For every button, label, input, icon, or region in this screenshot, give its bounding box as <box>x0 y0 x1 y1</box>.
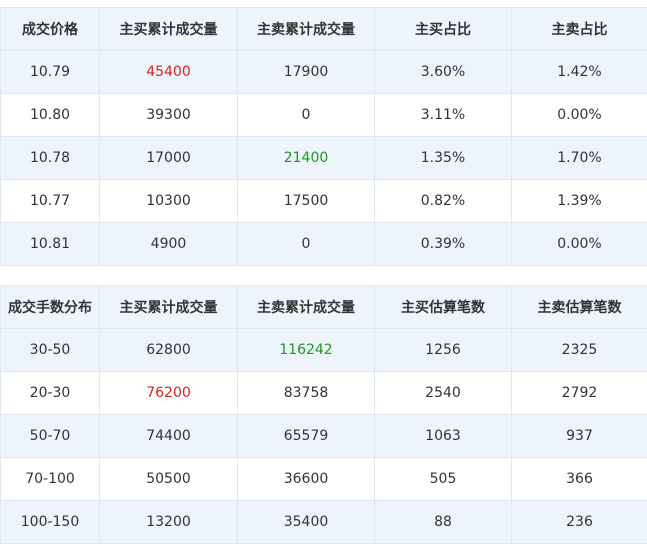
table-cell: 0.00% <box>512 94 647 137</box>
price-table-row: 10.803930003.11%0.00% <box>1 94 647 137</box>
table-cell: 1256 <box>375 329 512 372</box>
table-cell: 0.82% <box>375 180 512 223</box>
column-header: 成交价格 <box>1 8 100 51</box>
table-cell: 10.81 <box>1 223 100 266</box>
lot-size-distribution-table: 成交手数分布主买累计成交量主卖累计成交量主买估算笔数主卖估算笔数30-50628… <box>0 285 647 544</box>
table-cell: 2792 <box>512 372 647 415</box>
table-cell: 1063 <box>375 415 512 458</box>
column-header: 主卖累计成交量 <box>238 286 375 329</box>
table-cell: 13200 <box>100 501 238 544</box>
table-cell: 1.35% <box>375 137 512 180</box>
column-header: 主买估算笔数 <box>375 286 512 329</box>
table-cell: 74400 <box>100 415 238 458</box>
column-header: 主卖估算笔数 <box>512 286 647 329</box>
table-cell: 0 <box>238 223 375 266</box>
table-cell: 1.70% <box>512 137 647 180</box>
table-cell: 937 <box>512 415 647 458</box>
table-cell: 3.60% <box>375 51 512 94</box>
lot-table-row: 70-1005050036600505366 <box>1 458 647 501</box>
table-cell: 1.39% <box>512 180 647 223</box>
column-header: 成交手数分布 <box>1 286 100 329</box>
table-cell: 50500 <box>100 458 238 501</box>
table-cell: 366 <box>512 458 647 501</box>
price-table-row: 10.7945400179003.60%1.42% <box>1 51 647 94</box>
lot-table-row: 30-506280011624212562325 <box>1 329 647 372</box>
table-cell: 0.00% <box>512 223 647 266</box>
table-cell: 21400 <box>238 137 375 180</box>
table-cell: 0.39% <box>375 223 512 266</box>
table-cell: 17900 <box>238 51 375 94</box>
table-cell: 10300 <box>100 180 238 223</box>
table-cell: 35400 <box>238 501 375 544</box>
table-cell: 45400 <box>100 51 238 94</box>
price-table-row: 10.7817000214001.35%1.70% <box>1 137 647 180</box>
table-cell: 10.80 <box>1 94 100 137</box>
table-cell: 36600 <box>238 458 375 501</box>
table-cell: 50-70 <box>1 415 100 458</box>
table-cell: 76200 <box>100 372 238 415</box>
table-cell: 17500 <box>238 180 375 223</box>
column-header: 主买占比 <box>375 8 512 51</box>
table-cell: 505 <box>375 458 512 501</box>
table-cell: 10.78 <box>1 137 100 180</box>
lot-table-row: 50-7074400655791063937 <box>1 415 647 458</box>
table-cell: 39300 <box>100 94 238 137</box>
table-cell: 88 <box>375 501 512 544</box>
table-cell: 2540 <box>375 372 512 415</box>
price-distribution-table: 成交价格主买累计成交量主卖累计成交量主买占比主卖占比10.79454001790… <box>0 7 647 266</box>
table-cell: 62800 <box>100 329 238 372</box>
table-cell: 83758 <box>238 372 375 415</box>
table-cell: 20-30 <box>1 372 100 415</box>
table-cell: 70-100 <box>1 458 100 501</box>
table-cell: 2325 <box>512 329 647 372</box>
table-cell: 65579 <box>238 415 375 458</box>
price-table-row: 10.81490000.39%0.00% <box>1 223 647 266</box>
table-cell: 10.77 <box>1 180 100 223</box>
table-cell: 0 <box>238 94 375 137</box>
price-table-row: 10.7710300175000.82%1.39% <box>1 180 647 223</box>
column-header: 主卖占比 <box>512 8 647 51</box>
table-cell: 116242 <box>238 329 375 372</box>
table-cell: 4900 <box>100 223 238 266</box>
table-cell: 1.42% <box>512 51 647 94</box>
table-cell: 3.11% <box>375 94 512 137</box>
table-cell: 100-150 <box>1 501 100 544</box>
table-cell: 236 <box>512 501 647 544</box>
column-header: 主买累计成交量 <box>100 8 238 51</box>
price-table-header: 成交价格主买累计成交量主卖累计成交量主买占比主卖占比 <box>1 8 647 51</box>
table-cell: 10.79 <box>1 51 100 94</box>
column-header: 主买累计成交量 <box>100 286 238 329</box>
table-cell: 17000 <box>100 137 238 180</box>
table-cell: 30-50 <box>1 329 100 372</box>
lot-table-header: 成交手数分布主买累计成交量主卖累计成交量主买估算笔数主卖估算笔数 <box>1 286 647 329</box>
lot-table-row: 20-30762008375825402792 <box>1 372 647 415</box>
column-header: 主卖累计成交量 <box>238 8 375 51</box>
lot-table-row: 100-150132003540088236 <box>1 501 647 544</box>
